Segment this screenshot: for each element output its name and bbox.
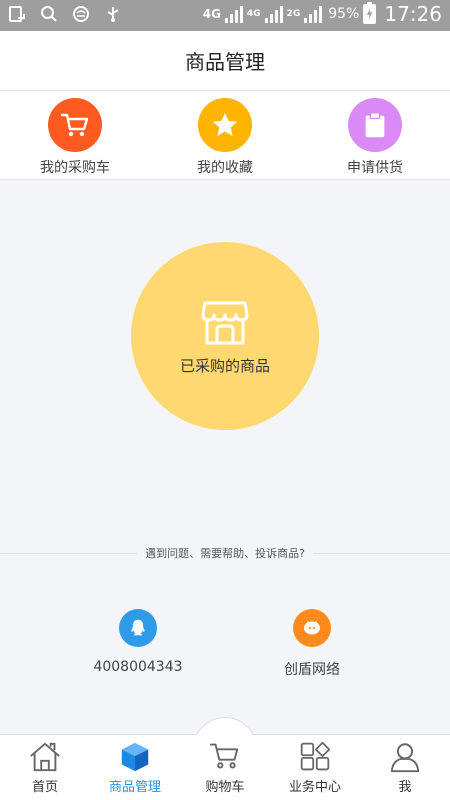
- network-type-3: 2G: [286, 9, 301, 19]
- contact-company[interactable]: 创盾网络: [232, 609, 392, 679]
- notification-icon: [9, 6, 25, 22]
- tab-label: 业务中心: [288, 780, 341, 795]
- mascot-icon: [293, 609, 331, 647]
- header: 商品管理: [0, 31, 450, 91]
- status-bar: 4G 4G 2G 95% 17:26: [0, 0, 450, 31]
- tab-bar: 首页 商品管理 购物车 业务中心 我: [0, 717, 450, 800]
- box-icon: [117, 739, 153, 775]
- tab-label: 购物车: [205, 780, 245, 795]
- qq-icon: [119, 609, 157, 647]
- page-title: 商品管理: [185, 50, 265, 74]
- purchased-goods-label: 已采购的商品: [179, 356, 270, 375]
- purchased-goods-button[interactable]: 已采购的商品: [131, 242, 319, 430]
- network-type-2: 4G: [246, 9, 261, 19]
- tab-label: 首页: [31, 780, 58, 795]
- usb-icon: [107, 7, 119, 22]
- contact-qq[interactable]: 4008004343: [58, 609, 218, 675]
- quick-action-label: 申请供货: [347, 160, 403, 176]
- battery-percent: 95%: [328, 6, 360, 22]
- app-icon: [73, 6, 89, 22]
- signal-icon-2: [264, 5, 283, 23]
- grid-icon: [297, 739, 333, 775]
- store-icon: [201, 301, 249, 344]
- tab-me[interactable]: 我: [360, 735, 450, 800]
- tab-label: 商品管理: [108, 780, 161, 795]
- clipboard-icon: [348, 98, 402, 152]
- search-icon: [41, 6, 57, 22]
- cart-icon: [48, 98, 102, 152]
- help-divider: 遇到问题、需要帮助、投诉商品?: [0, 543, 450, 563]
- quick-action-favorites[interactable]: 我的收藏: [150, 92, 300, 179]
- tab-shopping-cart[interactable]: 购物车: [180, 717, 270, 800]
- tab-goods-management[interactable]: 商品管理: [90, 735, 180, 800]
- battery-icon: [363, 2, 377, 24]
- cart-icon: [207, 737, 243, 773]
- quick-actions: 我的采购车 我的收藏 申请供货: [0, 92, 450, 180]
- contact-phone: 4008004343: [93, 659, 183, 675]
- tab-business-center[interactable]: 业务中心: [270, 735, 360, 800]
- home-icon: [27, 739, 63, 775]
- quick-action-label: 我的收藏: [197, 160, 253, 176]
- network-type: 4G: [202, 7, 221, 21]
- clock: 17:26: [384, 2, 442, 26]
- star-icon: [198, 98, 252, 152]
- contact-company-name: 创盾网络: [284, 662, 340, 678]
- quick-action-apply-supply[interactable]: 申请供货: [300, 92, 450, 179]
- signal-icon-3: [304, 5, 323, 23]
- quick-action-purchase-cart[interactable]: 我的采购车: [0, 92, 150, 179]
- main-content: 已采购的商品 遇到问题、需要帮助、投诉商品? 4008004343 创盾网络: [0, 181, 450, 731]
- user-icon: [387, 739, 423, 775]
- tab-label: 我: [398, 780, 412, 795]
- help-text: 遇到问题、需要帮助、投诉商品?: [137, 545, 313, 561]
- quick-action-label: 我的采购车: [40, 160, 110, 176]
- signal-icon: [224, 5, 243, 23]
- tab-home[interactable]: 首页: [0, 735, 90, 800]
